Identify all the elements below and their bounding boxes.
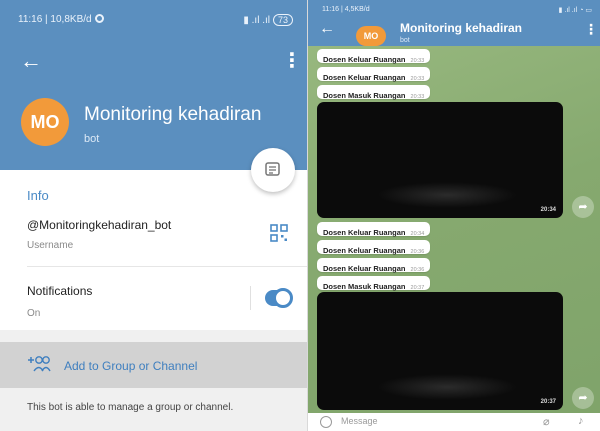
bot-description-note: This bot is able to manage a group or ch… xyxy=(27,402,234,413)
emoji-icon[interactable] xyxy=(320,416,332,428)
message-bubble[interactable]: Dosen Keluar Ruangan 20:33 xyxy=(317,49,431,64)
username-caption: Username xyxy=(27,240,74,251)
message-time: 20:34 xyxy=(410,231,425,237)
divider-vertical xyxy=(250,286,251,310)
video-frame xyxy=(377,374,517,400)
info-section-label: Info xyxy=(27,188,49,203)
bot-profile-panel: 11:16 | 10,8KB/d ▮ .ıl .ıl 73 ← ⋮ MO Moni… xyxy=(0,0,307,431)
video-frame xyxy=(377,182,517,208)
status-left-text: 11:16 | 4,5KB/d xyxy=(322,6,370,13)
section-gap xyxy=(0,330,307,342)
notifications-toggle[interactable] xyxy=(265,288,293,308)
message-text: Dosen Keluar Ruangan xyxy=(323,228,406,237)
message-time: 20:36 xyxy=(410,249,425,255)
status-right: ▮ .ıl .ıl 73 xyxy=(243,14,293,26)
message-bubble[interactable]: Dosen Keluar Ruangan 20:36 xyxy=(317,258,431,273)
status-bar: 11:16 | 10,8KB/d ▮ .ıl .ıl 73 xyxy=(18,14,293,30)
chat-subtitle: bot xyxy=(400,37,410,44)
share-icon[interactable]: ➦ xyxy=(572,196,594,218)
status-bar: 11:16 | 4,5KB/d ▮ .ıl .ıl ◔ ▭ xyxy=(322,6,592,16)
message-text: Dosen Keluar Ruangan xyxy=(323,246,406,255)
message-text: Dosen Keluar Ruangan xyxy=(323,55,406,64)
attach-icon[interactable]: ⌀ xyxy=(543,415,550,428)
avatar: MO xyxy=(21,98,69,146)
notifications-state: On xyxy=(27,308,41,319)
username-value[interactable]: @Monitoringkehadiran_bot xyxy=(27,218,171,232)
message-bubble[interactable]: Dosen Masuk Ruangan 20:37 xyxy=(317,276,431,291)
kebab-menu-icon[interactable]: ⋮ xyxy=(282,50,302,72)
message-bubble[interactable]: Dosen Keluar Ruangan 20:36 xyxy=(317,240,431,255)
message-text: Dosen Masuk Ruangan xyxy=(323,282,406,291)
video-message[interactable]: 20:34 xyxy=(317,102,563,218)
add-to-group-button[interactable]: Add to Group or Channel xyxy=(0,342,307,388)
message-input[interactable]: Message xyxy=(341,416,378,426)
chat-avatar[interactable]: MO xyxy=(356,26,386,46)
share-icon[interactable]: ➦ xyxy=(572,387,594,409)
add-to-group-label: Add to Group or Channel xyxy=(64,359,198,373)
chat-panel: 11:16 | 4,5KB/d ▮ .ıl .ıl ◔ ▭ ← MO Monit… xyxy=(307,0,600,431)
qr-code-icon[interactable] xyxy=(270,224,288,242)
message-bubble[interactable]: Dosen Keluar Ruangan 20:34 xyxy=(317,222,431,237)
video-message[interactable]: 20:37 xyxy=(317,292,563,410)
message-bubble[interactable]: Dosen Keluar Ruangan 20:33 xyxy=(317,67,431,82)
message-time: 20:33 xyxy=(410,76,425,82)
chat-title[interactable]: Monitoring kehadiran xyxy=(400,21,522,35)
message-text: Dosen Keluar Ruangan xyxy=(323,264,406,273)
message-time: 20:33 xyxy=(410,58,425,64)
video-time: 20:37 xyxy=(540,399,556,405)
signal-icon: ▮ .ıl .ıl xyxy=(243,15,270,26)
add-group-icon xyxy=(28,356,51,372)
settings-gear-icon xyxy=(94,14,104,23)
message-bubble[interactable]: Dosen Masuk Ruangan 20:33 xyxy=(317,85,431,100)
mic-icon[interactable]: ♪ xyxy=(578,415,584,427)
message-button[interactable] xyxy=(251,148,295,192)
status-left: 11:16 | 10,8KB/d xyxy=(18,14,104,25)
message-text: Dosen Masuk Ruangan xyxy=(323,91,406,100)
battery-icon: 73 xyxy=(272,14,293,26)
message-time: 20:36 xyxy=(410,267,425,273)
kebab-menu-icon[interactable]: ⋮ xyxy=(584,21,598,38)
message-time: 20:33 xyxy=(410,94,425,100)
profile-header: 11:16 | 10,8KB/d ▮ .ıl .ıl 73 ← ⋮ MO Moni… xyxy=(0,0,307,170)
back-arrow-icon[interactable]: ← xyxy=(20,50,42,72)
status-left-text: 11:16 | 10,8KB/d xyxy=(18,14,92,25)
divider xyxy=(27,266,307,267)
video-time: 20:34 xyxy=(540,207,556,213)
message-icon xyxy=(265,162,280,176)
notifications-label: Notifications xyxy=(27,284,93,298)
back-arrow-icon[interactable]: ← xyxy=(319,21,335,37)
chat-header: 11:16 | 4,5KB/d ▮ .ıl .ıl ◔ ▭ ← MO Monit… xyxy=(308,0,600,46)
status-icons: ▮ .ıl .ıl ◔ ▭ xyxy=(558,7,592,14)
profile-subtitle: bot xyxy=(84,133,100,145)
message-time: 20:37 xyxy=(410,285,425,291)
message-text: Dosen Keluar Ruangan xyxy=(323,73,406,82)
profile-title: Monitoring kehadiran xyxy=(84,104,262,125)
message-input-bar: Message ⌀ ♪ xyxy=(308,413,600,431)
